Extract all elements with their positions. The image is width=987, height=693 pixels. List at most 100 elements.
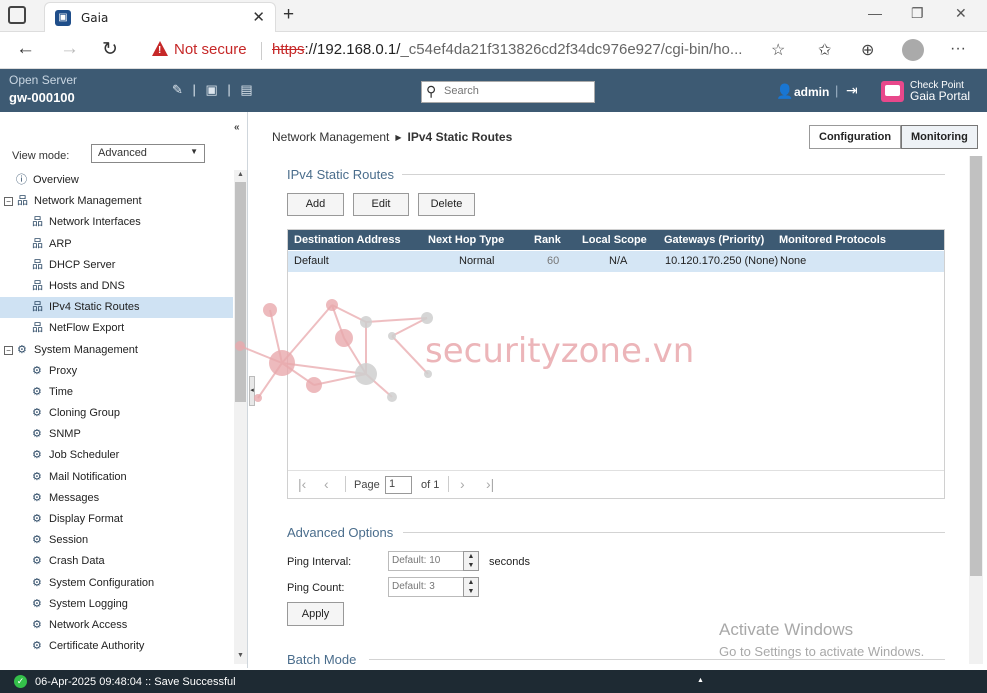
- gear-icon: ⚙: [32, 640, 42, 653]
- sidebar-item-dhcp-server[interactable]: 品 DHCP Server: [0, 255, 233, 276]
- gear-icon: ⚙: [32, 385, 42, 398]
- add-button[interactable]: Add: [287, 193, 344, 216]
- apply-button[interactable]: Apply: [287, 602, 344, 626]
- sidebar-item-network-interfaces[interactable]: 品 Network Interfaces: [0, 212, 233, 233]
- column-header[interactable]: Rank: [534, 234, 561, 246]
- search-box[interactable]: ⚲: [421, 81, 595, 103]
- tab-close-icon[interactable]: ✕: [252, 8, 265, 26]
- status-bar: ✓ 06-Apr-2025 09:48:04 :: Save Successfu…: [0, 670, 987, 693]
- first-page-icon[interactable]: |‹: [298, 476, 306, 492]
- table-row[interactable]: Default Normal 60 N/A 10.120.170.250 (No…: [288, 251, 944, 272]
- gear-icon: ⚙: [32, 597, 42, 610]
- main-panel: Network Management ▶ IPv4 Static Routes Co…: [256, 112, 987, 668]
- sidebar-item-network-access[interactable]: ⚙ Network Access: [0, 615, 233, 636]
- collapse-icon[interactable]: −: [4, 197, 13, 207]
- section-title-batch-mode: Batch Mode: [287, 652, 357, 667]
- sidebar-scroll-thumb[interactable]: [235, 182, 246, 402]
- collections-icon[interactable]: ⊕: [861, 40, 874, 60]
- column-header[interactable]: Local Scope: [582, 234, 647, 246]
- collapse-sidebar-icon[interactable]: «: [234, 122, 240, 133]
- new-tab-icon[interactable]: +: [283, 4, 294, 26]
- tab-actions-icon[interactable]: [8, 6, 26, 24]
- prev-page-icon[interactable]: ‹: [324, 476, 329, 492]
- sidebar-item-mail-notification[interactable]: ⚙ Mail Notification: [0, 467, 233, 488]
- network-icon: 品: [32, 301, 43, 314]
- configuration-button[interactable]: Configuration: [809, 125, 902, 149]
- ping-interval-stepper[interactable]: ▲ ▼: [463, 551, 479, 571]
- search-input[interactable]: [444, 85, 590, 97]
- header-tools-icons[interactable]: ✎ | ▣ | ▤: [172, 82, 256, 98]
- logout-icon[interactable]: ⇥: [846, 82, 858, 99]
- user-icon: 👤: [776, 83, 794, 99]
- column-header[interactable]: Next Hop Type: [428, 234, 504, 246]
- sidebar-item-job-scheduler[interactable]: ⚙ Job Scheduler: [0, 445, 233, 466]
- sidebar-item-messages[interactable]: ⚙ Messages: [0, 488, 233, 509]
- overview-icon: ⓘ: [16, 174, 27, 186]
- favorite-add-icon[interactable]: ☆: [771, 40, 785, 60]
- gear-icon: ⚙: [32, 491, 42, 504]
- seconds-label: seconds: [489, 556, 530, 568]
- sidebar-item-netflow-export[interactable]: 品 NetFlow Export: [0, 318, 233, 339]
- reload-icon[interactable]: ↻: [102, 38, 118, 61]
- gear-icon: ⚙: [17, 343, 27, 356]
- view-mode-select[interactable]: Advanced ▼: [91, 144, 205, 163]
- ping-interval-input[interactable]: Default: 10: [388, 551, 464, 571]
- sidebar-item-system-logging[interactable]: ⚙ System Logging: [0, 594, 233, 615]
- gear-icon: ⚙: [32, 513, 42, 525]
- sidebar-item-time[interactable]: ⚙ Time: [0, 382, 233, 403]
- user-name[interactable]: admin: [794, 85, 829, 99]
- forward-icon[interactable]: →: [60, 38, 79, 60]
- breadcrumb: Network Management ▶ IPv4 Static Routes: [272, 130, 512, 144]
- sidebar-item-certificate-authority[interactable]: ⚙ Certificate Authority: [0, 636, 233, 657]
- not-secure-label[interactable]: Not secure: [174, 41, 247, 58]
- sidebar-item-display-format[interactable]: ⚙ Display Format: [0, 509, 233, 530]
- sidebar-item-arp[interactable]: 品 ARP: [0, 234, 233, 255]
- monitoring-button[interactable]: Monitoring: [901, 125, 978, 149]
- sidebar-item-hosts-dns[interactable]: 品 Hosts and DNS: [0, 276, 233, 297]
- main-scroll-thumb[interactable]: [970, 156, 982, 576]
- sidebar-scrollbar[interactable]: ▲ ▼: [234, 170, 247, 664]
- favorites-icon[interactable]: ✩: [818, 40, 831, 60]
- ping-count-label: Ping Count:: [287, 582, 345, 594]
- edit-button[interactable]: Edit: [353, 193, 409, 216]
- minimize-icon[interactable]: —: [868, 5, 882, 21]
- sidebar-item-system-configuration[interactable]: ⚙ System Configuration: [0, 573, 233, 594]
- column-header[interactable]: Gateways (Priority): [664, 234, 764, 246]
- collapse-icon[interactable]: −: [4, 345, 13, 355]
- last-page-icon[interactable]: ›|: [486, 476, 494, 492]
- breadcrumb-parent[interactable]: Network Management: [272, 130, 389, 144]
- expand-up-icon[interactable]: ▲: [697, 677, 704, 684]
- more-menu-icon[interactable]: ···: [950, 40, 966, 58]
- panel-splitter-handle[interactable]: ◂: [249, 376, 255, 406]
- sidebar-group-network-management[interactable]: − 品 Network Management: [0, 191, 233, 212]
- sidebar-item-overview[interactable]: ⓘ Overview: [0, 170, 233, 191]
- url-field[interactable]: https://192.168.0.1/_c54ef4da21f313826cd…: [272, 41, 742, 58]
- restore-icon[interactable]: ❐: [911, 5, 924, 22]
- section-title-advanced-options: Advanced Options: [287, 525, 394, 540]
- column-header[interactable]: Monitored Protocols: [779, 234, 886, 246]
- browser-tab[interactable]: ▣ Gaia ✕: [44, 2, 276, 32]
- profile-avatar[interactable]: [902, 39, 924, 61]
- sidebar-item-snmp[interactable]: ⚙ SNMP: [0, 424, 233, 445]
- sidebar-group-system-management[interactable]: − ⚙ System Management: [0, 340, 233, 361]
- column-header[interactable]: Destination Address: [294, 234, 401, 246]
- scroll-up-icon[interactable]: ▲: [237, 171, 244, 178]
- main-scrollbar[interactable]: [969, 156, 983, 664]
- sidebar-item-cloning-group[interactable]: ⚙ Cloning Group: [0, 403, 233, 424]
- page-number-input[interactable]: 1: [385, 476, 412, 494]
- status-message: 06-Apr-2025 09:48:04 :: Save Successful: [35, 676, 236, 688]
- sidebar-item-session[interactable]: ⚙ Session: [0, 530, 233, 551]
- window-close-icon[interactable]: ✕: [955, 5, 967, 22]
- sidebar-item-crash-data[interactable]: ⚙ Crash Data: [0, 551, 233, 572]
- ping-count-stepper[interactable]: ▲ ▼: [463, 577, 479, 597]
- back-icon[interactable]: ←: [16, 38, 35, 60]
- tab-title: Gaia: [81, 11, 109, 25]
- sidebar-item-proxy[interactable]: ⚙ Proxy: [0, 361, 233, 382]
- ping-count-input[interactable]: Default: 3: [388, 577, 464, 597]
- delete-button[interactable]: Delete: [418, 193, 475, 216]
- next-page-icon[interactable]: ›: [460, 476, 465, 492]
- scroll-down-icon[interactable]: ▼: [237, 652, 244, 659]
- table-header: Destination Address Next Hop Type Rank L…: [288, 230, 944, 250]
- table-cell: None: [780, 255, 807, 267]
- sidebar-item-ipv4-static-routes[interactable]: 品 IPv4 Static Routes: [0, 297, 233, 319]
